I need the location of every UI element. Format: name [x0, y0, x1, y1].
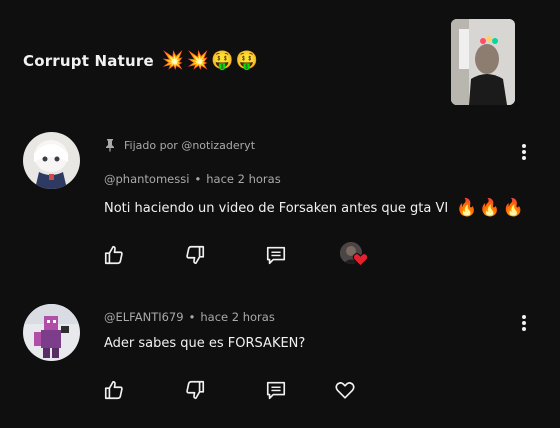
- reply-button[interactable]: [265, 379, 287, 401]
- avatar[interactable]: [23, 304, 80, 361]
- dislike-button[interactable]: [184, 379, 206, 401]
- comment-author[interactable]: @ELFANTI679: [104, 310, 184, 324]
- like-icon: [104, 380, 123, 400]
- more-options-button[interactable]: [517, 313, 531, 333]
- reply-icon: [266, 381, 286, 400]
- like-button[interactable]: [103, 379, 125, 401]
- comments-panel: Corrupt Nature 💥 💥 🤑 🤑 Fijado por @notiz…: [0, 0, 560, 428]
- more-dot: [522, 327, 526, 331]
- comment-text: Ader sabes que es FORSAKEN?: [104, 336, 305, 351]
- comment-thread: @ELFANTI679 • hace 2 horas Ader sabes qu…: [0, 0, 560, 428]
- comment-meta: @ELFANTI679 • hace 2 horas: [104, 310, 275, 324]
- comment-actions: [103, 379, 356, 401]
- heart-button[interactable]: [334, 379, 356, 401]
- more-dot: [522, 315, 526, 319]
- meta-separator: •: [188, 310, 196, 324]
- comment-time: hace 2 horas: [200, 310, 275, 324]
- more-dot: [522, 321, 526, 325]
- heart-icon: [335, 382, 355, 399]
- comment-text-content: Ader sabes que es FORSAKEN?: [104, 336, 306, 351]
- dislike-icon: [186, 380, 205, 400]
